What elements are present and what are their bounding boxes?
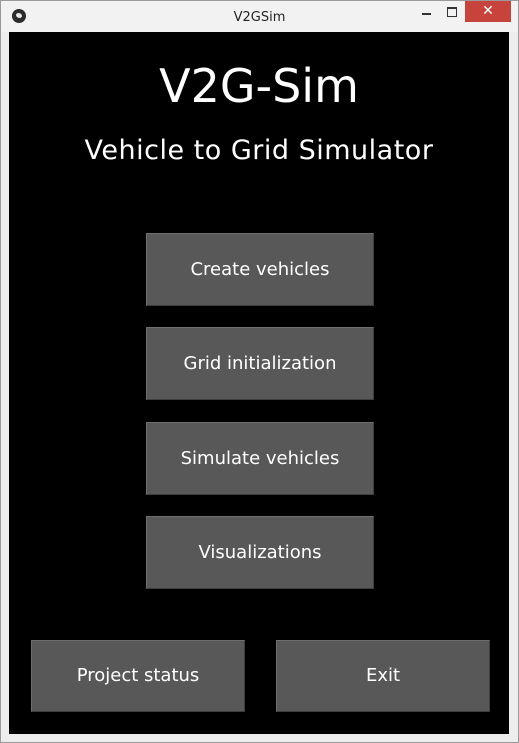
minimize-button[interactable] bbox=[413, 1, 439, 22]
title-bar[interactable]: V2GSim ✕ bbox=[1, 1, 518, 32]
maximize-icon bbox=[447, 7, 457, 17]
close-icon: ✕ bbox=[482, 3, 494, 19]
maximize-button[interactable] bbox=[439, 1, 465, 22]
simulate-vehicles-button[interactable]: Simulate vehicles bbox=[146, 422, 374, 495]
main-panel: V2G-Sim Vehicle to Grid Simulator Create… bbox=[9, 32, 509, 734]
app-title: V2G-Sim bbox=[159, 59, 359, 113]
close-button[interactable]: ✕ bbox=[465, 1, 511, 22]
grid-initialization-button[interactable]: Grid initialization bbox=[146, 327, 374, 400]
app-subtitle: Vehicle to Grid Simulator bbox=[84, 135, 434, 166]
minimize-icon bbox=[422, 13, 431, 15]
visualizations-button[interactable]: Visualizations bbox=[146, 516, 374, 589]
app-window: V2GSim ✕ V2G-Sim Vehicle to Grid Simulat… bbox=[0, 0, 519, 743]
project-status-button[interactable]: Project status bbox=[31, 640, 245, 712]
exit-button[interactable]: Exit bbox=[276, 640, 490, 712]
create-vehicles-button[interactable]: Create vehicles bbox=[146, 233, 374, 306]
